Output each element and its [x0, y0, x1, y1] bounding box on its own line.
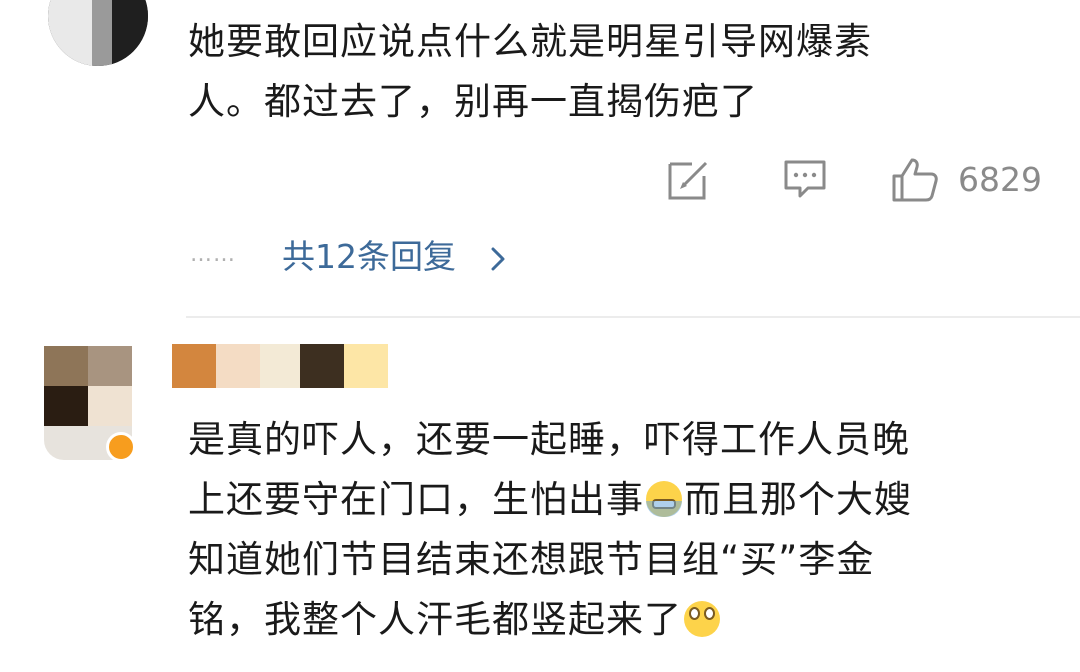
comment-text: 她要敢回应说点什么就是明星引导网爆素 人。都过去了，别再一直揭伤疤了	[188, 20, 872, 123]
avatar[interactable]	[48, 0, 148, 66]
eye-roll-emoji	[684, 601, 720, 637]
view-replies[interactable]: …… 共12条回复	[190, 232, 590, 282]
ellipsis: ……	[190, 242, 236, 267]
divider	[186, 316, 1080, 318]
username[interactable]	[172, 344, 388, 388]
chevron-right-icon[interactable]	[488, 246, 508, 276]
replies-link[interactable]: 共12条回复	[282, 234, 456, 280]
like-count: 6829	[958, 160, 1042, 199]
edit-icon[interactable]	[666, 156, 712, 206]
comment-actions: 6829	[660, 152, 1060, 208]
verified-badge-icon	[106, 432, 136, 462]
comment-text: 是真的吓人，还要一起睡，吓得工作人员晚 上还要守在门口，生怕出事 而且那个大嫂 知…	[188, 410, 1048, 650]
scared-emoji	[646, 481, 682, 517]
avatar[interactable]	[44, 346, 136, 464]
like-icon[interactable]	[890, 156, 940, 208]
comment-icon[interactable]	[782, 156, 828, 206]
